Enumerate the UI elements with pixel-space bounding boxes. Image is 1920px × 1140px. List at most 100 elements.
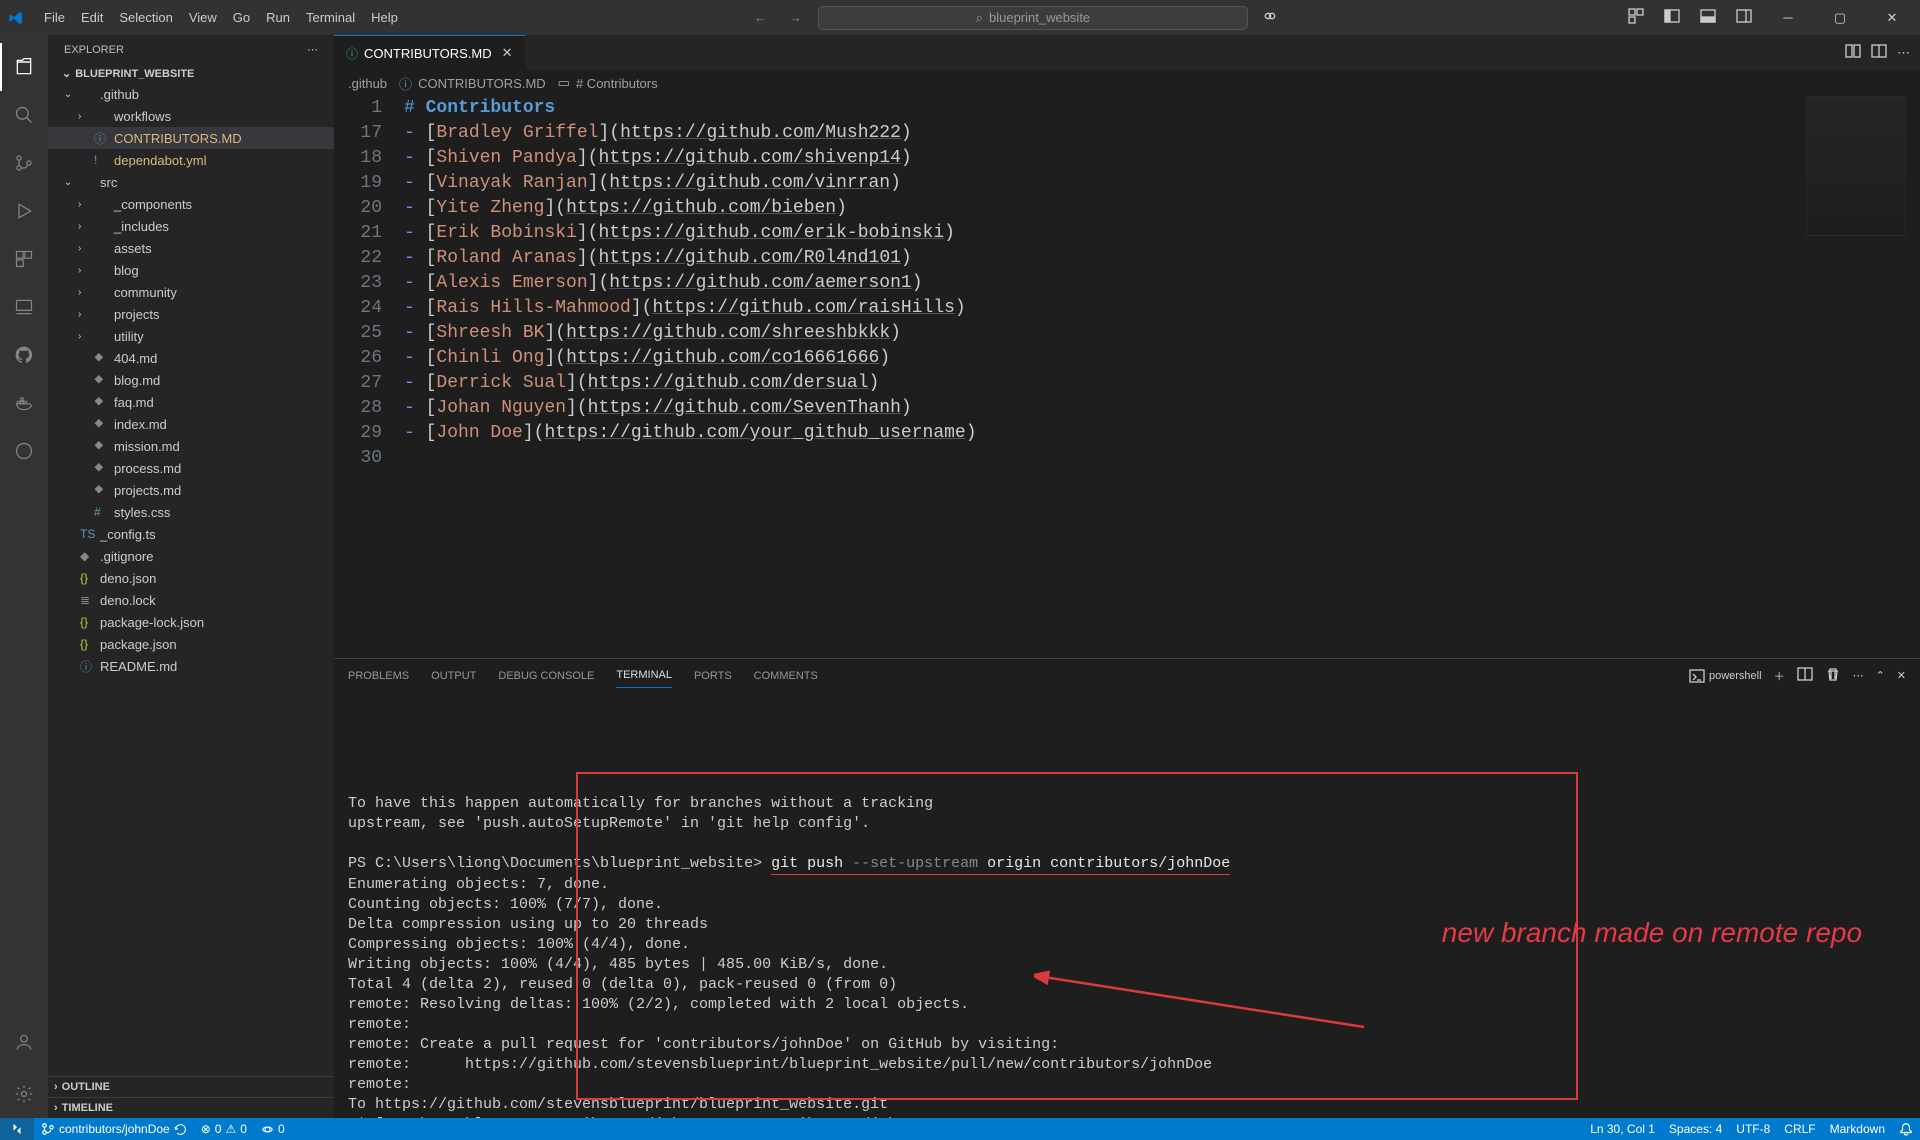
shell-picker[interactable]: powershell (1689, 668, 1762, 684)
toggle-primary-sidebar-icon[interactable] (1660, 4, 1684, 31)
file-blog-md[interactable]: ⯁blog.md (48, 369, 334, 391)
file-dependabot-yml[interactable]: !dependabot.yml (48, 149, 334, 171)
symbol-text-icon: ▭ (558, 75, 570, 91)
file-mission-md[interactable]: ⯁mission.md (48, 435, 334, 457)
split-editor-icon[interactable] (1871, 43, 1887, 62)
file-deno-lock[interactable]: ≣deno.lock (48, 589, 334, 611)
close-panel-icon[interactable]: ✕ (1897, 669, 1906, 682)
activity-docker-icon[interactable] (0, 379, 48, 427)
timeline-section[interactable]: › TIMELINE (48, 1097, 334, 1118)
panel-tab-ports[interactable]: PORTS (694, 664, 732, 688)
menu-help[interactable]: Help (363, 6, 406, 29)
status-language[interactable]: Markdown (1823, 1118, 1892, 1140)
nav-forward-icon[interactable]: → (783, 6, 808, 29)
folder-utility[interactable]: ›utility (48, 325, 334, 347)
file-readme-md[interactable]: ⓘREADME.md (48, 655, 334, 677)
remote-indicator[interactable] (0, 1118, 34, 1140)
nav-back-icon[interactable]: ← (748, 6, 773, 29)
command-center[interactable]: ⌕ blueprint_website (818, 6, 1248, 30)
close-tab-icon[interactable]: ✕ (502, 45, 513, 61)
folder--components[interactable]: ›_components (48, 193, 334, 215)
status-port[interactable]: 0 (254, 1118, 292, 1140)
menu-view[interactable]: View (181, 6, 225, 29)
file-process-md[interactable]: ⯁process.md (48, 457, 334, 479)
status-cursor[interactable]: Ln 30, Col 1 (1583, 1118, 1662, 1140)
sidebar-header: EXPLORER ⋯ (48, 35, 334, 64)
status-notifications-icon[interactable] (1892, 1118, 1920, 1140)
folder--includes[interactable]: ›_includes (48, 215, 334, 237)
activity-explorer-icon[interactable] (0, 43, 48, 91)
panel-more-icon[interactable]: ⋯ (1853, 669, 1864, 682)
status-problems[interactable]: ⊗0 ⚠0 (194, 1118, 254, 1140)
editor-tab[interactable]: ⓘ CONTRIBUTORS.MD ✕ (334, 35, 526, 70)
folder-projects[interactable]: ›projects (48, 303, 334, 325)
menu-go[interactable]: Go (225, 6, 258, 29)
file-faq-md[interactable]: ⯁faq.md (48, 391, 334, 413)
toggle-panel-icon[interactable] (1696, 4, 1720, 31)
activity-source-control-icon[interactable] (0, 139, 48, 187)
activity-github-icon[interactable] (0, 331, 48, 379)
menu-selection[interactable]: Selection (111, 6, 180, 29)
file-index-md[interactable]: ⯁index.md (48, 413, 334, 435)
status-encoding[interactable]: UTF-8 (1729, 1118, 1777, 1140)
status-branch[interactable]: contributors/johnDoe (34, 1118, 194, 1140)
breadcrumbs[interactable]: .github ⓘ CONTRIBUTORS.MD ▭ # Contributo… (334, 70, 1920, 96)
status-spaces[interactable]: Spaces: 4 (1662, 1118, 1729, 1140)
outline-section[interactable]: › OUTLINE (48, 1076, 334, 1097)
code-content[interactable]: # Contributors- [Bradley Griffel](https:… (404, 96, 1920, 658)
file-deno-json[interactable]: {}deno.json (48, 567, 334, 589)
new-terminal-icon[interactable]: ＋ (1774, 668, 1785, 684)
status-eol[interactable]: CRLF (1777, 1118, 1822, 1140)
tree-label: index.md (114, 417, 167, 432)
panel-tab-output[interactable]: OUTPUT (431, 664, 476, 688)
file-package-json[interactable]: {}package.json (48, 633, 334, 655)
file--gitignore[interactable]: ◆.gitignore (48, 545, 334, 567)
maximize-panel-icon[interactable]: ⌃ (1876, 669, 1885, 682)
file-styles-css[interactable]: #styles.css (48, 501, 334, 523)
annotation-text: new branch made on remote repo (1364, 882, 1862, 983)
more-actions-icon[interactable]: ⋯ (1897, 45, 1910, 61)
folder-workflows[interactable]: ›workflows (48, 105, 334, 127)
file-contributors-md[interactable]: ⓘCONTRIBUTORS.MD (48, 127, 334, 149)
menu-run[interactable]: Run (258, 6, 298, 29)
file-projects-md[interactable]: ⯁projects.md (48, 479, 334, 501)
copilot-icon[interactable] (1258, 4, 1282, 31)
menu-terminal[interactable]: Terminal (298, 6, 363, 29)
folder-assets[interactable]: ›assets (48, 237, 334, 259)
menu-edit[interactable]: Edit (73, 6, 111, 29)
json-icon: {} (80, 637, 96, 651)
compare-icon[interactable] (1845, 43, 1861, 62)
project-root[interactable]: ⌄ BLUEPRINT_WEBSITE (48, 64, 334, 83)
maximize-button[interactable]: ▢ (1820, 4, 1860, 32)
folder-community[interactable]: ›community (48, 281, 334, 303)
activity-accounts-icon[interactable] (0, 1018, 48, 1066)
layout-customize-icon[interactable] (1624, 4, 1648, 31)
folder--github[interactable]: ⌄.github (48, 83, 334, 105)
terminal[interactable]: new branch made on remote repo To have t… (334, 692, 1920, 1118)
activity-search-icon[interactable] (0, 91, 48, 139)
tree-label: CONTRIBUTORS.MD (114, 131, 242, 146)
sidebar-more-icon[interactable]: ⋯ (307, 43, 318, 56)
panel-tab-comments[interactable]: COMMENTS (754, 664, 818, 688)
activity-run-debug-icon[interactable] (0, 187, 48, 235)
panel-tab-terminal[interactable]: TERMINAL (616, 663, 672, 688)
panel-tab-debug-console[interactable]: DEBUG CONSOLE (498, 664, 594, 688)
folder-blog[interactable]: ›blog (48, 259, 334, 281)
close-window-button[interactable]: ✕ (1872, 4, 1912, 32)
activity-settings-icon[interactable] (0, 1070, 48, 1118)
kill-terminal-icon[interactable] (1825, 666, 1841, 685)
file-package-lock-json[interactable]: {}package-lock.json (48, 611, 334, 633)
activity-remote-explorer-icon[interactable] (0, 283, 48, 331)
activity-extensions-icon[interactable] (0, 235, 48, 283)
minimap[interactable] (1806, 96, 1906, 236)
file-404-md[interactable]: ⯁404.md (48, 347, 334, 369)
panel-tab-problems[interactable]: PROBLEMS (348, 664, 409, 688)
file--config-ts[interactable]: TS_config.ts (48, 523, 334, 545)
split-terminal-icon[interactable] (1797, 666, 1813, 685)
folder-src[interactable]: ⌄src (48, 171, 334, 193)
minimize-button[interactable]: ─ (1768, 4, 1808, 32)
code-editor[interactable]: 11718192021222324252627282930 # Contribu… (334, 96, 1920, 658)
toggle-secondary-sidebar-icon[interactable] (1732, 4, 1756, 31)
activity-deno-icon[interactable] (0, 427, 48, 475)
menu-file[interactable]: File (36, 6, 73, 29)
